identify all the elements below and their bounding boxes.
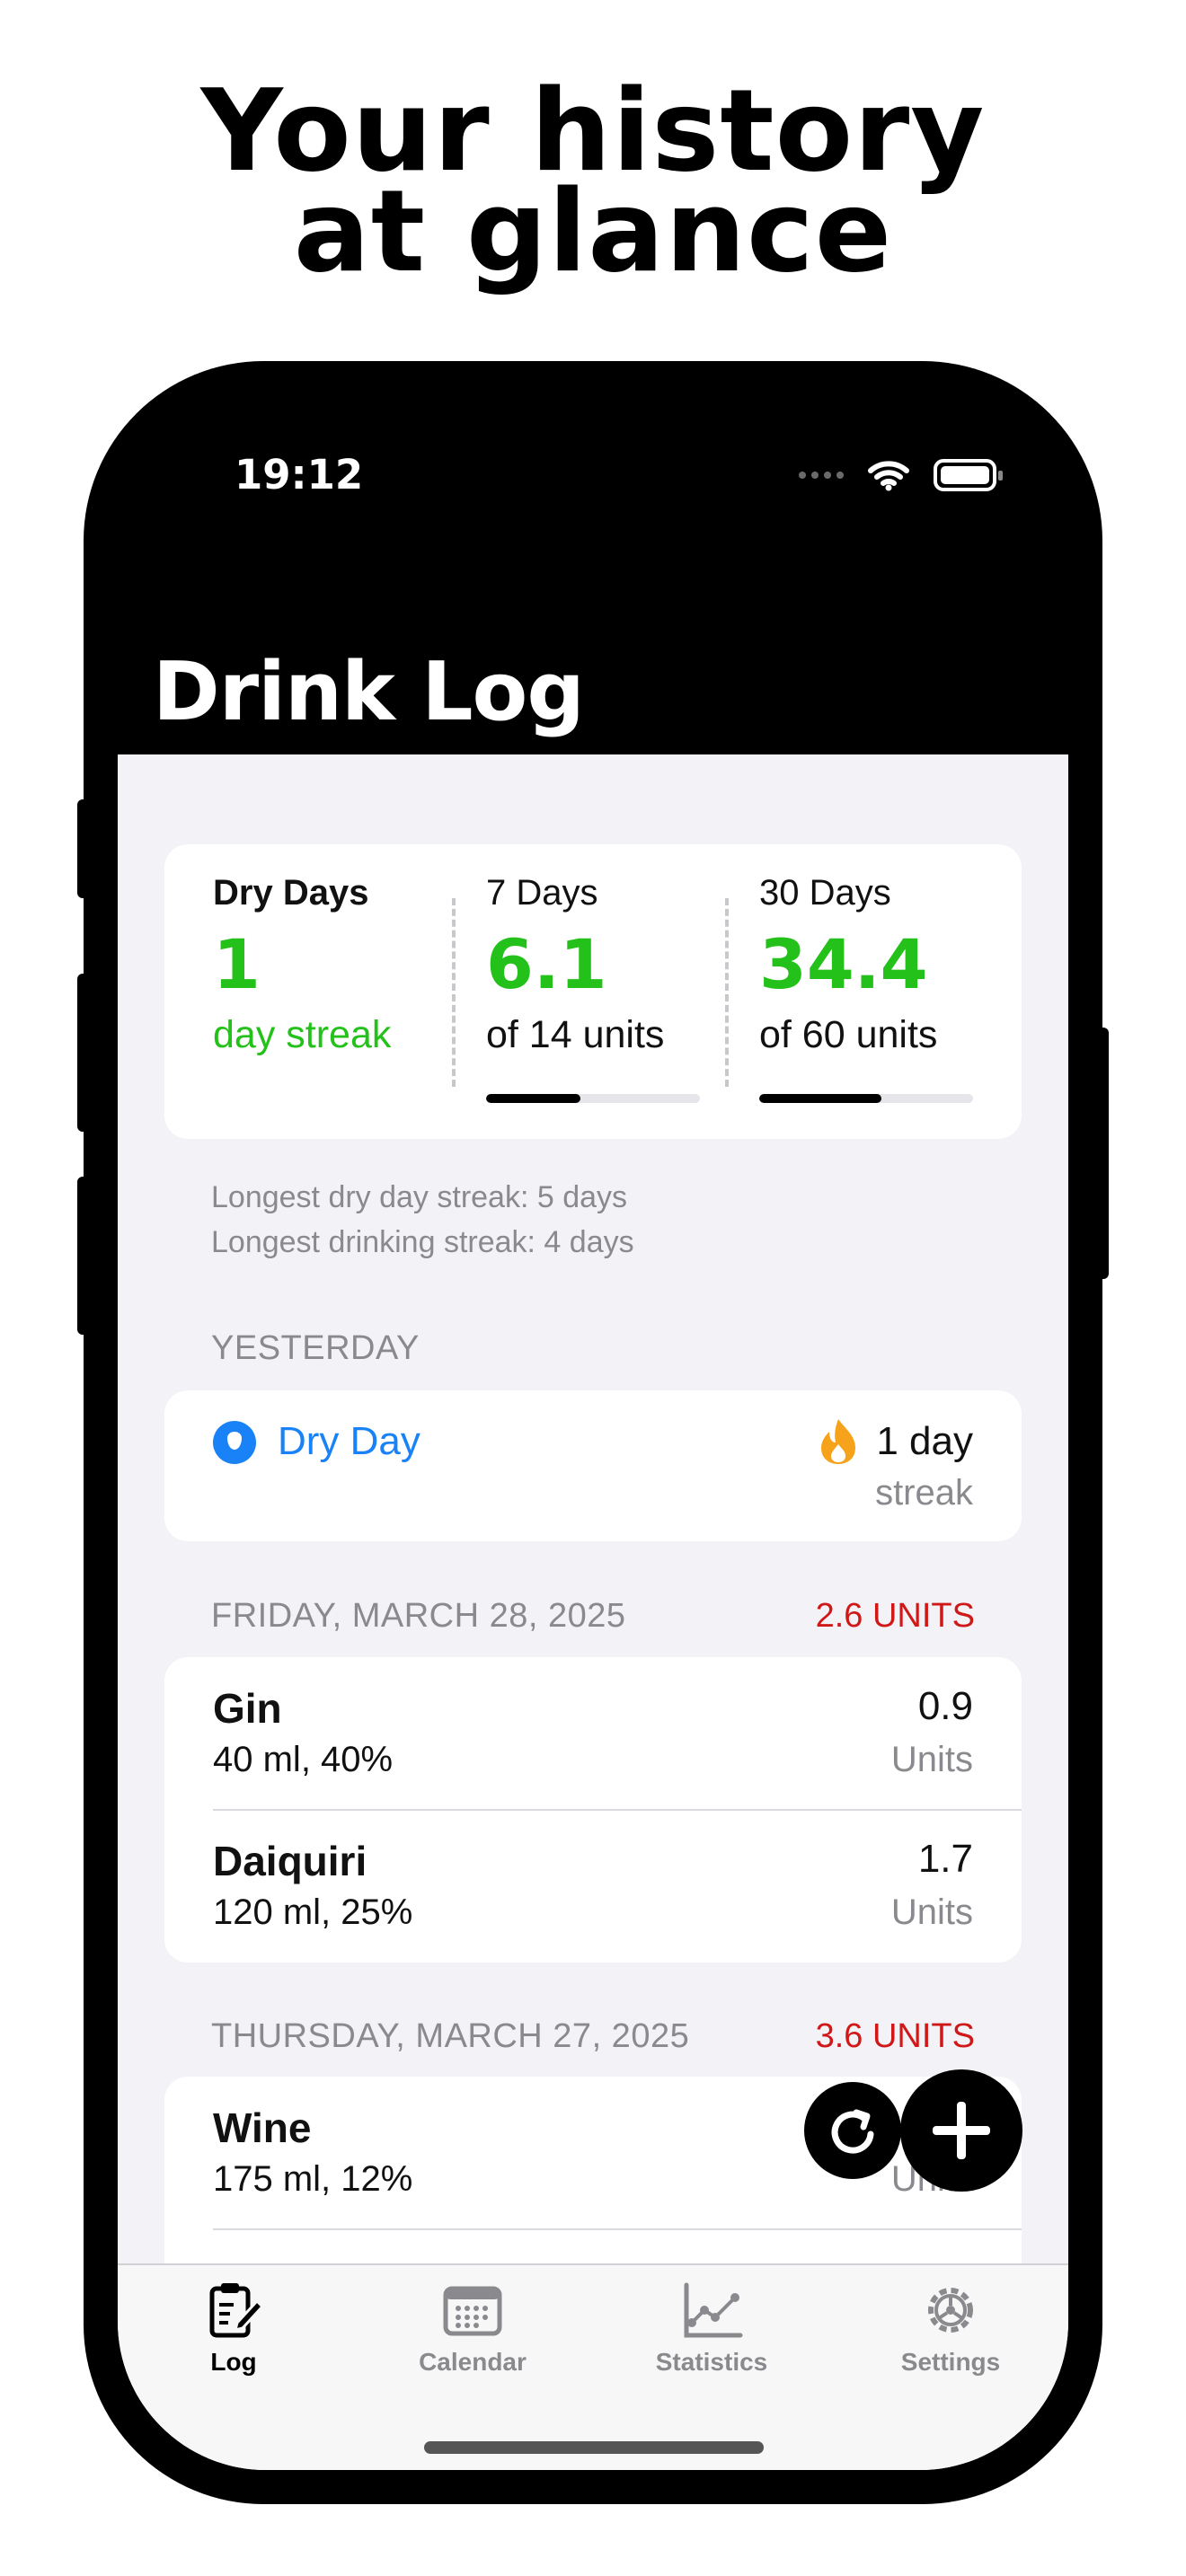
- tab-label: Statistics: [655, 2348, 768, 2376]
- tab-settings[interactable]: Settings: [861, 2278, 1040, 2377]
- phone-frame: 19:12 Drink Log Dry Days 1 day streak 7 …: [84, 361, 1102, 2504]
- home-indicator[interactable]: [424, 2441, 764, 2454]
- tab-statistics[interactable]: Statistics: [622, 2278, 801, 2377]
- drink-units-label: Units: [890, 1740, 973, 1779]
- stat-divider: [452, 898, 456, 1087]
- seven-days-value: 6.1: [486, 924, 607, 1004]
- tab-log[interactable]: Log: [144, 2278, 323, 2377]
- drink-row[interactable]: Daiquiri 120 ml, 25% 1.7 Units: [164, 1810, 1022, 1963]
- drink-name: Gin: [213, 1685, 282, 1732]
- summary-card: Dry Days 1 day streak 7 Days 6.1 of 14 u…: [164, 844, 1022, 1139]
- section-header: THURSDAY, MARCH 27, 2025: [211, 2017, 690, 2055]
- tab-calendar[interactable]: Calendar: [383, 2278, 562, 2377]
- dry-days-stat: Dry Days 1 day streak: [213, 873, 391, 1057]
- water-drop-icon: [213, 1421, 256, 1464]
- wifi-icon: [868, 461, 909, 491]
- drink-units-value: 1.7: [917, 1837, 973, 1881]
- longest-drinking-streak-note: Longest drinking streak: 4 days: [211, 1225, 634, 1259]
- drink-name: Daiquiri: [213, 1838, 367, 1884]
- drink-name: Wine: [213, 2104, 312, 2151]
- seven-days-stat: 7 Days 6.1 of 14 units: [486, 873, 664, 1057]
- calendar-icon: [443, 2286, 502, 2336]
- status-indicators: [799, 458, 1003, 492]
- seven-days-progress-fill: [486, 1094, 580, 1103]
- section-units: 3.6 UNITS: [815, 2017, 975, 2055]
- cellular-signal-icon: [799, 472, 844, 479]
- drink-detail: 40 ml, 40%: [213, 1740, 394, 1779]
- flame-icon: [821, 1419, 855, 1464]
- marketing-headline: Your history at glance: [0, 75, 1186, 297]
- stat-divider: [725, 898, 729, 1087]
- refresh-icon: [831, 2109, 874, 2154]
- thirty-days-stat: 30 Days 34.4 of 60 units: [759, 873, 937, 1057]
- tab-label: Calendar: [419, 2348, 527, 2376]
- dry-days-value: 1: [213, 924, 261, 1004]
- tab-label: Settings: [900, 2348, 1001, 2376]
- row-separator: [213, 2228, 1022, 2230]
- streak-label: streak: [875, 1473, 973, 1513]
- log-content[interactable]: Dry Days 1 day streak 7 Days 6.1 of 14 u…: [118, 754, 1068, 2470]
- phone-screen: 19:12 Drink Log Dry Days 1 day streak 7 …: [118, 395, 1068, 2470]
- repeat-drink-button[interactable]: [804, 2082, 901, 2179]
- seven-days-label: 7 Days: [486, 873, 598, 913]
- tab-bar: Log Calendar Statistics Settings: [118, 2263, 1068, 2470]
- drink-units-value: 0.9: [917, 1684, 973, 1728]
- streak-count: 1 day: [876, 1419, 973, 1463]
- add-drink-button[interactable]: [900, 2069, 1022, 2192]
- drink-group-card: Gin 40 ml, 40% 0.9 Units Daiquiri 120 ml…: [164, 1657, 1022, 1963]
- drink-detail: 175 ml, 12%: [213, 2159, 413, 2199]
- dry-days-label: Dry Days: [213, 873, 369, 913]
- thirty-days-progress-fill: [759, 1094, 881, 1103]
- thirty-days-label: 30 Days: [759, 873, 891, 913]
- section-header: FRIDAY, MARCH 28, 2025: [211, 1597, 626, 1635]
- thirty-days-sub: of 60 units: [759, 1013, 938, 1056]
- page-title: Drink Log: [153, 645, 585, 739]
- seven-days-progress: [486, 1094, 700, 1103]
- settings-icon: [928, 2288, 973, 2333]
- headline-line-2: at glance: [293, 165, 893, 297]
- dry-day-row[interactable]: Dry Day 1 day streak: [164, 1390, 1022, 1541]
- log-icon: [209, 2283, 265, 2338]
- statistics-icon: [684, 2282, 743, 2338]
- tab-label: Log: [210, 2348, 257, 2376]
- thirty-days-progress: [759, 1094, 973, 1103]
- drink-row[interactable]: Gin 40 ml, 40% 0.9 Units: [164, 1657, 1022, 1810]
- battery-icon: [934, 459, 1003, 491]
- seven-days-sub: of 14 units: [486, 1013, 665, 1056]
- thirty-days-value: 34.4: [759, 924, 928, 1004]
- drink-detail: 120 ml, 25%: [213, 1892, 413, 1932]
- section-units: 2.6 UNITS: [815, 1597, 975, 1635]
- section-header: YESTERDAY: [211, 1329, 420, 1367]
- dry-days-sub: day streak: [213, 1013, 392, 1056]
- longest-dry-streak-note: Longest dry day streak: 5 days: [211, 1180, 628, 1214]
- dry-day-label: Dry Day: [278, 1419, 420, 1463]
- status-time: 19:12: [235, 451, 364, 498]
- drink-units-label: Units: [890, 1892, 973, 1932]
